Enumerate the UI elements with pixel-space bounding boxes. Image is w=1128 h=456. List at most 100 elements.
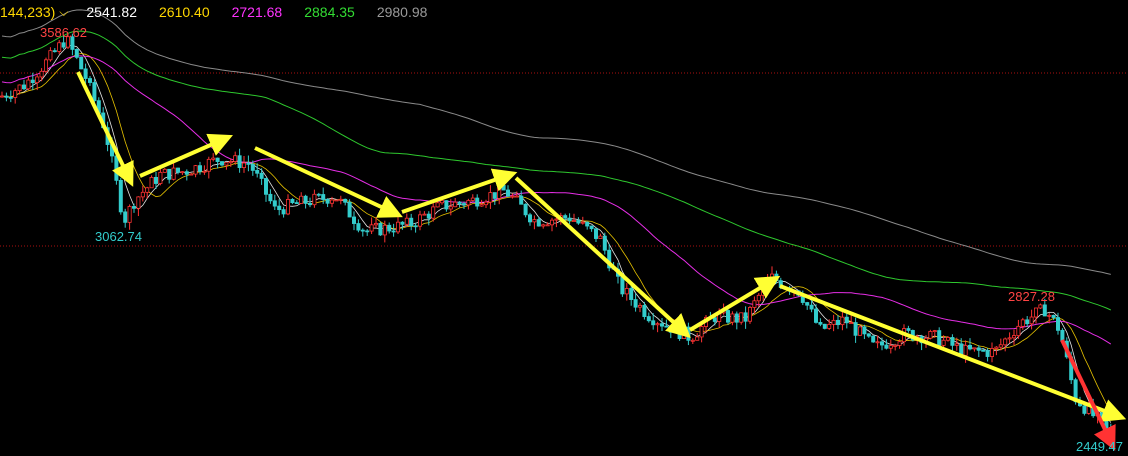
candle-body xyxy=(356,223,361,231)
candle xyxy=(836,315,841,330)
candle-body xyxy=(514,195,519,198)
candle-body xyxy=(233,155,238,162)
candle xyxy=(246,155,251,172)
candle-body xyxy=(483,201,488,206)
candle-body xyxy=(505,189,510,197)
candle xyxy=(13,88,18,104)
candle-body xyxy=(585,221,590,227)
candle xyxy=(470,194,475,202)
candle xyxy=(39,68,44,82)
candle-body xyxy=(840,316,845,326)
candle-body xyxy=(734,313,739,323)
candle xyxy=(44,57,49,73)
candle-body xyxy=(598,235,603,239)
candle xyxy=(585,221,590,230)
candle-body xyxy=(334,199,339,202)
candle-body xyxy=(255,170,260,174)
candle-body xyxy=(193,165,198,175)
candle-body xyxy=(114,155,119,181)
candle-body xyxy=(404,217,409,225)
candle xyxy=(211,153,216,162)
candle-body xyxy=(695,336,700,341)
chevron-down-icon[interactable]: ⌵ xyxy=(59,5,68,20)
candle-body xyxy=(180,171,185,174)
candle-body xyxy=(21,84,26,90)
candle xyxy=(281,206,286,218)
candle-body xyxy=(836,319,841,326)
candle-body xyxy=(8,96,13,99)
candle-body xyxy=(752,300,757,308)
candle-body xyxy=(127,206,132,223)
candle xyxy=(307,197,312,208)
candle-body xyxy=(184,171,189,175)
candle xyxy=(532,215,537,230)
candle xyxy=(57,40,62,55)
candle xyxy=(510,193,515,199)
chart-area[interactable]: 3586.62 3062.74 2827.28 2449.47 144,233) ⌵ … xyxy=(0,0,1128,454)
candle-body xyxy=(875,341,880,344)
candle xyxy=(219,161,224,167)
candle-body xyxy=(338,198,343,201)
candle xyxy=(858,324,863,336)
candle-body xyxy=(171,167,176,180)
candle xyxy=(972,347,977,352)
candle-body xyxy=(228,161,233,164)
candle-body xyxy=(263,178,268,195)
candle xyxy=(541,223,546,229)
candle xyxy=(866,333,871,338)
candle xyxy=(840,310,845,331)
candle xyxy=(853,317,858,343)
candle xyxy=(334,199,339,202)
candle xyxy=(638,302,643,313)
candle-body xyxy=(906,328,911,331)
ma-line-3 xyxy=(1,55,1112,345)
candle-body xyxy=(589,225,594,230)
candle xyxy=(1038,303,1043,309)
candle xyxy=(985,348,990,362)
candle xyxy=(277,199,282,216)
candle xyxy=(567,213,572,224)
candle xyxy=(263,177,268,202)
candle-body xyxy=(866,333,871,337)
candle xyxy=(660,318,665,332)
candle-body xyxy=(290,199,295,204)
candlestick-chart[interactable]: 3586.62 3062.74 2827.28 2449.47 xyxy=(0,0,1128,454)
candle-body xyxy=(1038,304,1043,309)
candle-body xyxy=(1034,307,1039,318)
candle-body xyxy=(822,323,827,329)
candle xyxy=(127,204,132,230)
candle-body xyxy=(461,203,466,206)
candle-body xyxy=(294,202,299,205)
candle xyxy=(312,189,317,208)
candle-body xyxy=(17,84,22,92)
candle-body xyxy=(44,59,49,72)
candle xyxy=(761,278,766,302)
ma-legend: 144,233) ⌵ 2541.82 2610.40 2721.68 2884.… xyxy=(0,2,449,22)
candle xyxy=(734,311,739,330)
candle-body xyxy=(497,184,502,199)
candles xyxy=(0,33,1113,443)
candle xyxy=(523,203,528,218)
candle-body xyxy=(748,307,753,322)
candle-body xyxy=(880,341,885,346)
candle-body xyxy=(448,206,453,210)
ma-value-5: 2980.98 xyxy=(376,4,428,20)
candle xyxy=(814,304,819,324)
candle-body xyxy=(743,312,748,322)
candle-body xyxy=(954,343,959,346)
candle-body xyxy=(211,157,216,160)
candle xyxy=(259,168,264,185)
candle xyxy=(206,156,211,179)
candle xyxy=(391,223,396,237)
candle-body xyxy=(488,192,493,203)
candle xyxy=(131,203,136,213)
candle-body xyxy=(400,221,405,225)
candle-body xyxy=(373,222,378,226)
candle-body xyxy=(528,214,533,223)
candle-body xyxy=(844,316,849,324)
candle xyxy=(241,155,246,173)
candle-body xyxy=(1020,319,1025,327)
candle-body xyxy=(1012,335,1017,339)
candle-body xyxy=(655,323,660,326)
candle xyxy=(1012,329,1017,346)
